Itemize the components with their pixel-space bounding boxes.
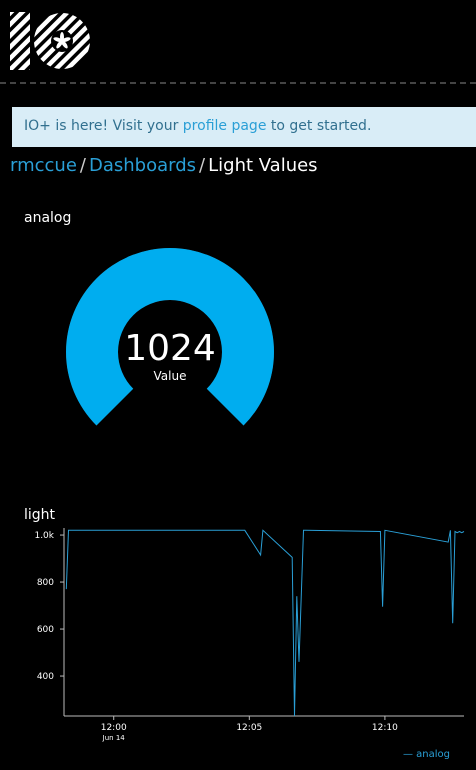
- breadcrumb-separator: /: [199, 155, 206, 176]
- y-tick-label: 1.0k: [34, 531, 54, 541]
- header-divider: [0, 82, 476, 87]
- breadcrumb-user[interactable]: rmccue: [10, 155, 77, 176]
- banner-text-suffix: to get started.: [266, 118, 372, 134]
- profile-page-link[interactable]: profile page: [183, 118, 267, 134]
- light-block-title: light: [24, 507, 56, 523]
- io-logo: [10, 12, 90, 70]
- legend-analog[interactable]: — analog: [403, 749, 450, 760]
- page-title: Light Values: [208, 155, 318, 176]
- breadcrumb-dashboards[interactable]: Dashboards: [89, 155, 196, 176]
- x-tick-label: 12:00: [101, 723, 127, 733]
- series-line-analog: [65, 529, 465, 717]
- y-tick-label: 400: [37, 672, 54, 682]
- x-tick-label: 12:10: [372, 723, 398, 733]
- gauge-label: Value: [154, 369, 187, 383]
- breadcrumb: rmccue / Dashboards / Light Values: [10, 155, 318, 176]
- x-tick-sublabel: Jun 14: [102, 734, 126, 742]
- analog-block-title: analog: [24, 210, 72, 226]
- y-tick-label: 600: [37, 625, 54, 635]
- notice-banner: IO+ is here! Visit your profile page to …: [12, 107, 476, 147]
- analog-gauge: 1024 Value: [66, 248, 275, 426]
- banner-text-prefix: IO+ is here! Visit your: [24, 118, 183, 134]
- light-line-chart: 1.0k 800 600 400 12:00Jun 14 12:05 12:10: [34, 528, 465, 742]
- breadcrumb-separator: /: [79, 155, 86, 176]
- gauge-value: 1024: [124, 328, 216, 369]
- y-tick-label: 800: [37, 578, 54, 588]
- x-tick-label: 12:05: [236, 723, 262, 733]
